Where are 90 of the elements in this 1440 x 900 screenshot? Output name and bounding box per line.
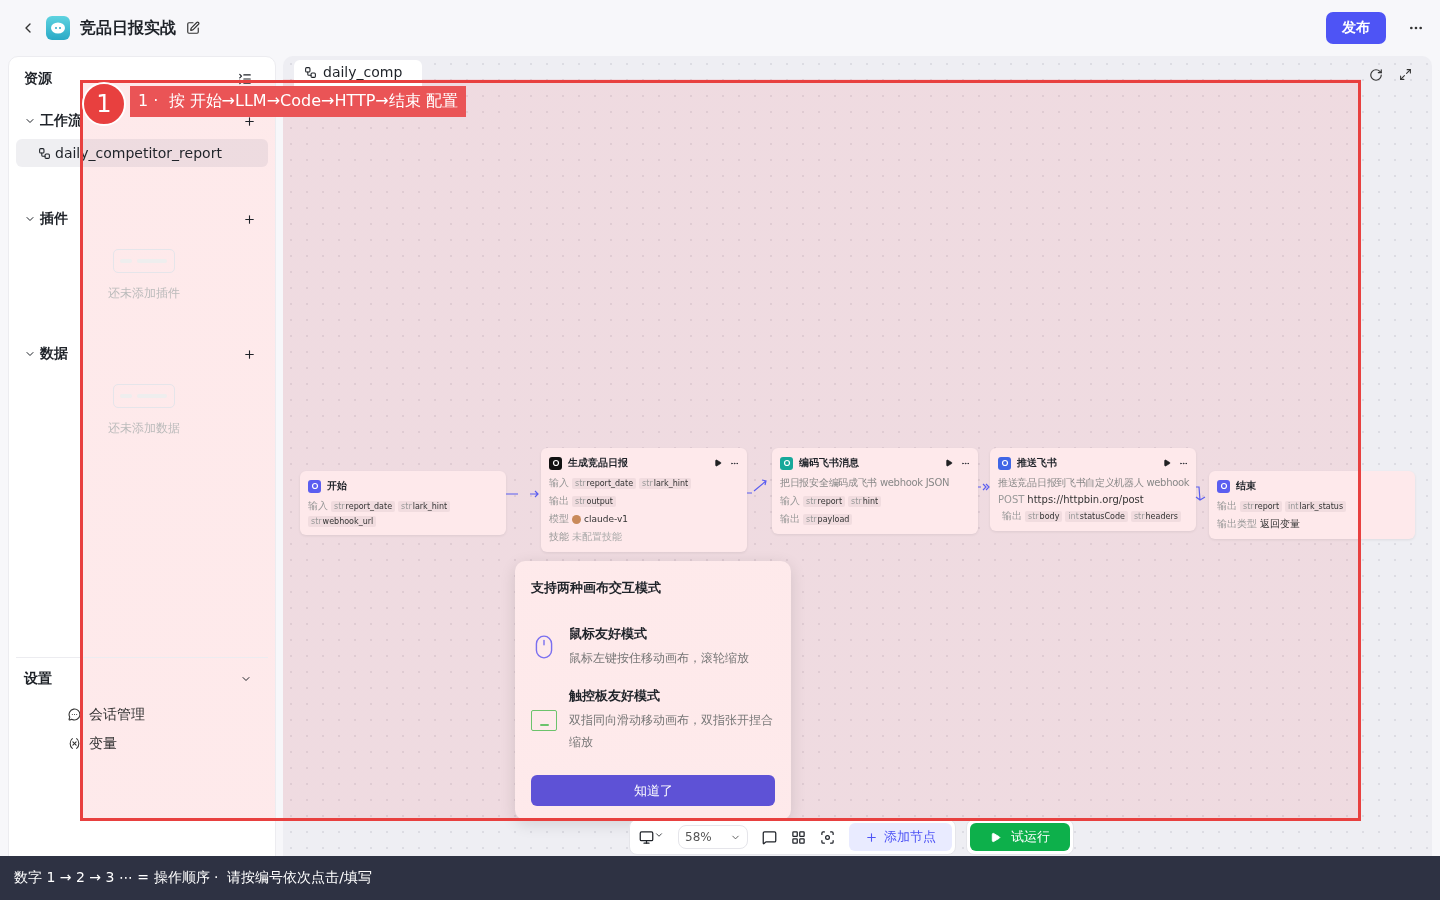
node-title: 推送飞书 <box>1017 456 1057 470</box>
chat-icon <box>68 708 81 721</box>
field-label: 技能 <box>549 530 569 544</box>
settings-item[interactable]: 变量 <box>16 729 268 758</box>
model-avatar-icon <box>572 514 581 524</box>
node-icon <box>998 456 1011 470</box>
layout-icon[interactable] <box>791 829 806 845</box>
node-description: 推送竞品日报到飞书自定义机器人 webhook <box>998 476 1188 490</box>
sidebar-title: 资源 <box>24 70 52 88</box>
field-label: 输出 <box>1217 499 1237 513</box>
variable-tag: strreport_date <box>331 500 396 512</box>
workflow-node[interactable]: 编码飞书消息 把日报安全编码成飞书 webhook JSON 输入 strreport strhint 输出 strpayload <box>772 448 978 534</box>
step-instruction: 1 · 按 开始→LLM→Code→HTTP→结束 配置 <box>130 86 466 117</box>
empty-icon <box>113 249 175 273</box>
node-description: 把日报安全编码成飞书 webhook JSON <box>780 476 951 490</box>
field-value: 返回变量 <box>1260 517 1300 531</box>
empty-text: 还未添加插件 <box>108 285 180 302</box>
workflow-node[interactable]: 开始 输入 strreport_date strlark_hint strwebhook_url <box>300 471 506 535</box>
refresh-icon[interactable] <box>1369 68 1383 82</box>
add-node-button[interactable]: 添加节点 <box>849 823 952 851</box>
add-icon[interactable] <box>243 347 256 361</box>
variable-tag: int lark_status <box>1285 500 1347 512</box>
field-label: 输出 <box>780 512 800 526</box>
variable-tag: strlark_hint <box>639 477 692 489</box>
run-icon[interactable] <box>1163 458 1171 467</box>
zoom-select[interactable]: 58% <box>678 825 748 849</box>
plus-icon <box>865 830 878 844</box>
variable-tag: strlark_hint <box>398 500 451 512</box>
node-title: 结束 <box>1236 479 1256 493</box>
field-label: 输入 <box>549 476 569 490</box>
got-it-button[interactable]: 知道了 <box>531 775 775 806</box>
comment-icon[interactable] <box>762 829 777 845</box>
variable-tag: strreport <box>1240 500 1283 512</box>
settings-item[interactable]: 会话管理 <box>16 700 268 729</box>
skill-value: 未配置技能 <box>572 530 622 544</box>
model-name: claude-v1 <box>584 514 628 524</box>
expand-icon[interactable] <box>1399 68 1412 81</box>
add-icon[interactable] <box>243 114 256 128</box>
section-title[interactable]: 设置 <box>24 670 52 688</box>
field-label: 输入 <box>308 499 328 513</box>
field-label: 模型 <box>549 512 569 526</box>
variable-tag: strwebhook_url <box>308 516 377 527</box>
trackpad-icon <box>531 709 557 731</box>
section-title[interactable]: 插件 <box>40 210 68 228</box>
field-label: POST <box>998 494 1025 505</box>
node-title: 编码飞书消息 <box>799 456 859 470</box>
field-label: 输入 <box>780 494 800 508</box>
node-icon <box>1217 479 1230 493</box>
variable-icon <box>68 737 81 750</box>
variable-tag: strreport_date <box>572 477 637 489</box>
variable-tag: strheaders <box>1130 510 1181 522</box>
minimap-icon[interactable] <box>820 829 835 845</box>
instruction-banner: 数字 1 → 2 → 3 ⋯ = 操作顺序 · 请按编号依次点击/填写 <box>0 856 1440 900</box>
mode-title: 触控板友好模式 <box>569 687 661 705</box>
workflow-icon <box>38 146 51 160</box>
mode-description: 双指同向滑动移动画布，双指张开捏合缩放 <box>569 712 774 751</box>
node-title: 开始 <box>327 479 347 493</box>
node-title: 生成竞品日报 <box>568 456 628 470</box>
run-icon[interactable] <box>714 458 722 467</box>
variable-tag: strpayload <box>803 513 853 525</box>
add-icon[interactable] <box>243 212 256 226</box>
field-label: 输出类型 <box>1217 517 1257 531</box>
workflow-icon <box>304 65 317 79</box>
publish-button[interactable]: 发布 <box>1326 12 1386 44</box>
collapse-icon[interactable] <box>238 72 252 86</box>
section-title[interactable]: 数据 <box>40 345 68 363</box>
edit-icon[interactable] <box>186 21 200 35</box>
node-icon <box>308 479 321 493</box>
variable-tag: intstatusCode <box>1065 510 1128 522</box>
mode-description: 鼠标左键按住移动画布，滚轮缩放 <box>569 650 749 667</box>
variable-tag: strreport <box>803 495 846 507</box>
variable-tag: strbody <box>1025 510 1063 522</box>
play-icon <box>990 831 1001 843</box>
node-icon <box>780 456 793 470</box>
variable-tag: stroutput <box>572 495 616 507</box>
workflow-node[interactable]: 结束 输出 strreport int lark_status 输出类型 返回变量 <box>1209 471 1415 539</box>
app-title: 竞品日报实战 <box>80 17 176 39</box>
field-value: https://httpbin.org/post <box>1027 494 1144 505</box>
popover-title: 支持两种画布交互模式 <box>531 579 662 597</box>
variable-tag: strhint <box>848 495 882 507</box>
workflow-node[interactable]: 生成竞品日报 输入 strreport_date strlark_hint 输出 stroutput 模型 claude-v1 技能 未配置技能 <box>541 448 747 552</box>
run-icon[interactable] <box>945 458 953 467</box>
mode-title: 鼠标友好模式 <box>569 625 648 643</box>
app-logo-icon <box>46 16 70 40</box>
field-label: 输出 <box>549 494 569 508</box>
empty-icon <box>113 384 175 408</box>
field-label: 输出 <box>1001 509 1022 523</box>
empty-text: 还未添加数据 <box>108 420 180 437</box>
node-icon <box>549 456 562 470</box>
workflow-node[interactable]: 推送飞书 推送竞品日报到飞书自定义机器人 webhook POST https://httpbin.org/post 输出 strbody intstatusCode strheaders <box>990 448 1196 531</box>
